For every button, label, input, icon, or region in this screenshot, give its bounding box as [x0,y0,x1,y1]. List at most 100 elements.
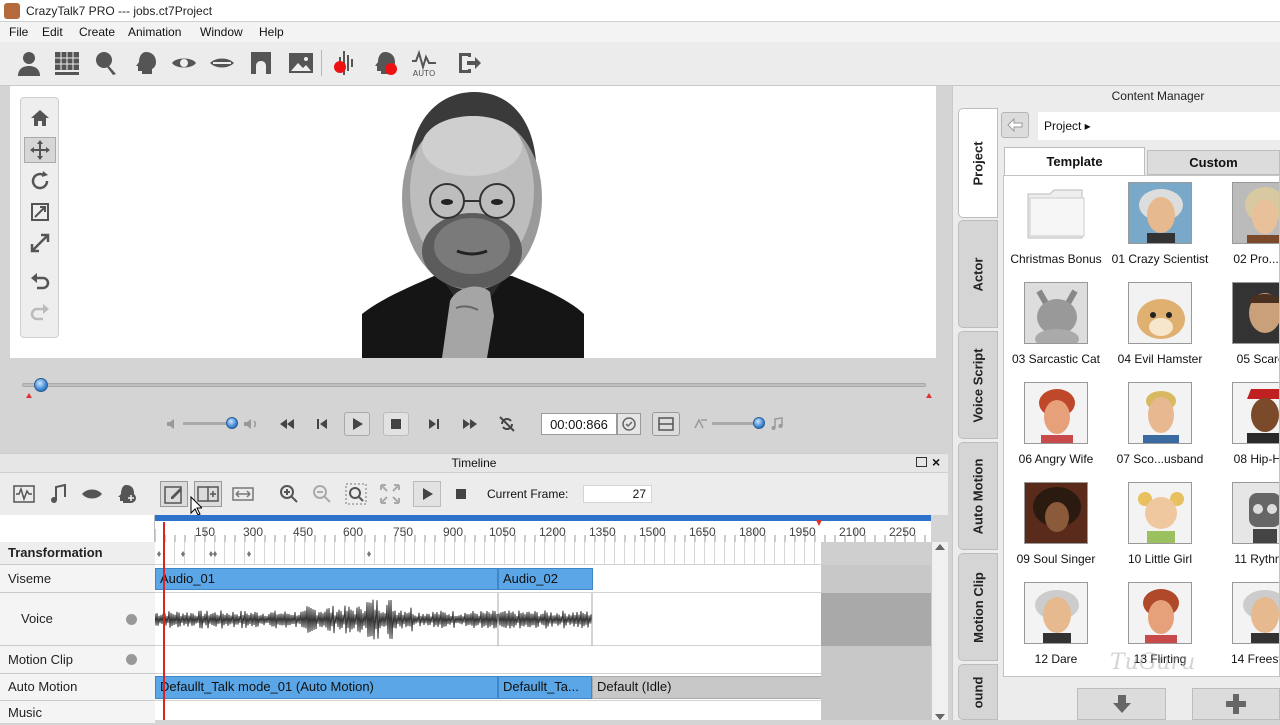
playback-seek-bar[interactable] [22,383,926,387]
undo-icon[interactable] [24,268,56,294]
tab-template[interactable]: Template [1004,147,1145,175]
side-tab-project[interactable]: Project [958,108,998,218]
auto-motion-clip-talk-2[interactable]: Defaullt_Ta... [498,676,592,699]
content-item[interactable]: 10 Little Girl [1108,476,1212,576]
content-item[interactable]: 03 Sarcastic Cat [1004,276,1108,376]
track-motion-clip[interactable]: Motion Clip [0,646,155,674]
face-orientation-icon[interactable] [91,48,121,78]
content-item[interactable]: 14 Freestyle [1212,576,1279,676]
tab-custom[interactable]: Custom [1147,150,1280,175]
content-item[interactable]: 09 Soul Singer [1004,476,1108,576]
scale-icon[interactable] [24,199,56,225]
timecode-field[interactable]: 00:00:866 [541,413,617,435]
mouth-icon[interactable] [207,48,237,78]
close-icon[interactable]: × [932,454,940,470]
auto-motion-clip-idle[interactable]: Default (Idle) [592,676,822,699]
mouth-track-icon[interactable] [78,481,106,507]
motion-clip-expand-icon[interactable] [126,654,137,665]
content-item[interactable]: 08 Hip-Hop [1212,376,1279,476]
home-icon[interactable] [24,105,56,131]
actor-portrait[interactable] [362,86,584,358]
timeline-play-button[interactable] [413,481,441,507]
menu-animation[interactable]: Animation [128,25,181,39]
range-start-marker[interactable] [26,393,32,398]
play-button[interactable] [344,412,370,436]
content-item[interactable]: 11 Rythmic [1212,476,1279,576]
content-item[interactable]: 12 Dare [1004,576,1108,676]
content-item[interactable]: 07 Sco...usband [1108,376,1212,476]
side-tab-motion-clip[interactable]: Motion Clip [958,553,998,661]
timeline-stop-button[interactable] [447,481,475,507]
track-transformation[interactable]: Transformation [0,542,155,565]
motion-clip-track[interactable] [155,646,821,674]
redo-icon[interactable] [24,299,56,325]
timeline-scrollbar[interactable] [931,542,948,720]
track-viseme[interactable]: Viseme [0,565,155,593]
next-frame-icon[interactable] [421,412,447,436]
voice-expand-icon[interactable] [126,614,137,625]
menu-edit[interactable]: Edit [42,25,63,39]
face-fitting-icon[interactable] [52,48,82,78]
timeline-toggle-icon[interactable] [652,412,680,436]
fit-range-icon[interactable] [229,481,257,507]
zoom-out-icon[interactable] [308,481,336,507]
transformation-keys[interactable] [155,542,821,565]
back-button[interactable] [1001,112,1029,138]
eye-icon[interactable] [169,48,199,78]
auto-animation-icon[interactable]: AUTO [409,48,439,78]
menu-help[interactable]: Help [259,25,284,39]
content-item[interactable]: 02 Pro...ble [1212,176,1279,276]
loop-off-icon[interactable] [494,412,520,436]
move-icon[interactable] [24,137,56,163]
current-frame-input[interactable]: 27 [583,485,652,503]
music-track-icon[interactable] [44,481,72,507]
menu-window[interactable]: Window [200,25,243,39]
record-motion-icon[interactable] [370,48,400,78]
fast-forward-icon[interactable] [457,412,483,436]
range-end-marker[interactable] [926,393,932,398]
seek-handle[interactable] [34,378,48,392]
volume-handle[interactable] [226,417,238,429]
content-item[interactable]: 06 Angry Wife [1004,376,1108,476]
image-icon[interactable] [286,48,316,78]
side-tab-actor[interactable]: Actor [958,220,998,328]
record-voice-icon[interactable] [331,48,361,78]
scroll-up-icon[interactable] [935,544,945,550]
head-icon[interactable] [131,48,161,78]
rewind-icon[interactable] [274,412,300,436]
previous-frame-icon[interactable] [309,412,335,436]
side-tab-sound[interactable]: ound [958,664,998,720]
content-item[interactable]: Christmas Bonus [1004,176,1108,276]
zoom-all-icon[interactable] [376,481,404,507]
side-tab-voice-script[interactable]: Voice Script [958,331,998,439]
stop-button[interactable] [383,412,409,436]
content-item[interactable]: 04 Evil Hamster [1108,276,1212,376]
side-tab-auto-motion[interactable]: Auto Motion [958,442,998,550]
track-voice[interactable]: Voice [0,593,155,646]
float-panel-icon[interactable] [916,457,927,467]
menu-file[interactable]: File [9,25,28,39]
zoom-in-icon[interactable] [275,481,303,507]
add-head-motion-icon[interactable] [112,481,140,507]
background-mask-icon[interactable] [246,48,276,78]
viseme-clip-audio-01[interactable]: Audio_01 [155,568,498,590]
fit-icon[interactable] [24,230,56,256]
auto-motion-clip-talk[interactable]: Defaullt_Talk mode_01 (Auto Motion) [155,676,498,699]
range-end-flag[interactable] [816,520,822,526]
actor-icon[interactable] [14,48,44,78]
playhead[interactable] [163,522,165,720]
track-auto-motion[interactable]: Auto Motion [0,674,155,701]
music-track[interactable] [155,701,821,720]
zoom-fit-icon[interactable] [342,481,370,507]
content-item[interactable]: 05 Scared [1212,276,1279,376]
download-button[interactable] [1077,688,1166,720]
export-icon[interactable] [454,48,484,78]
voice-track[interactable] [155,593,821,646]
timeline-ruler[interactable]: 150 300 450 600 750 900 1050 1200 1350 1… [155,515,931,542]
path-breadcrumb[interactable]: Project ▸ [1038,112,1280,140]
menu-create[interactable]: Create [79,25,115,39]
waveform-track-icon[interactable] [10,481,38,507]
timecode-confirm-icon[interactable] [617,413,641,435]
viseme-clip-audio-02[interactable]: Audio_02 [498,568,593,590]
content-item[interactable]: 01 Crazy Scientist [1108,176,1212,276]
